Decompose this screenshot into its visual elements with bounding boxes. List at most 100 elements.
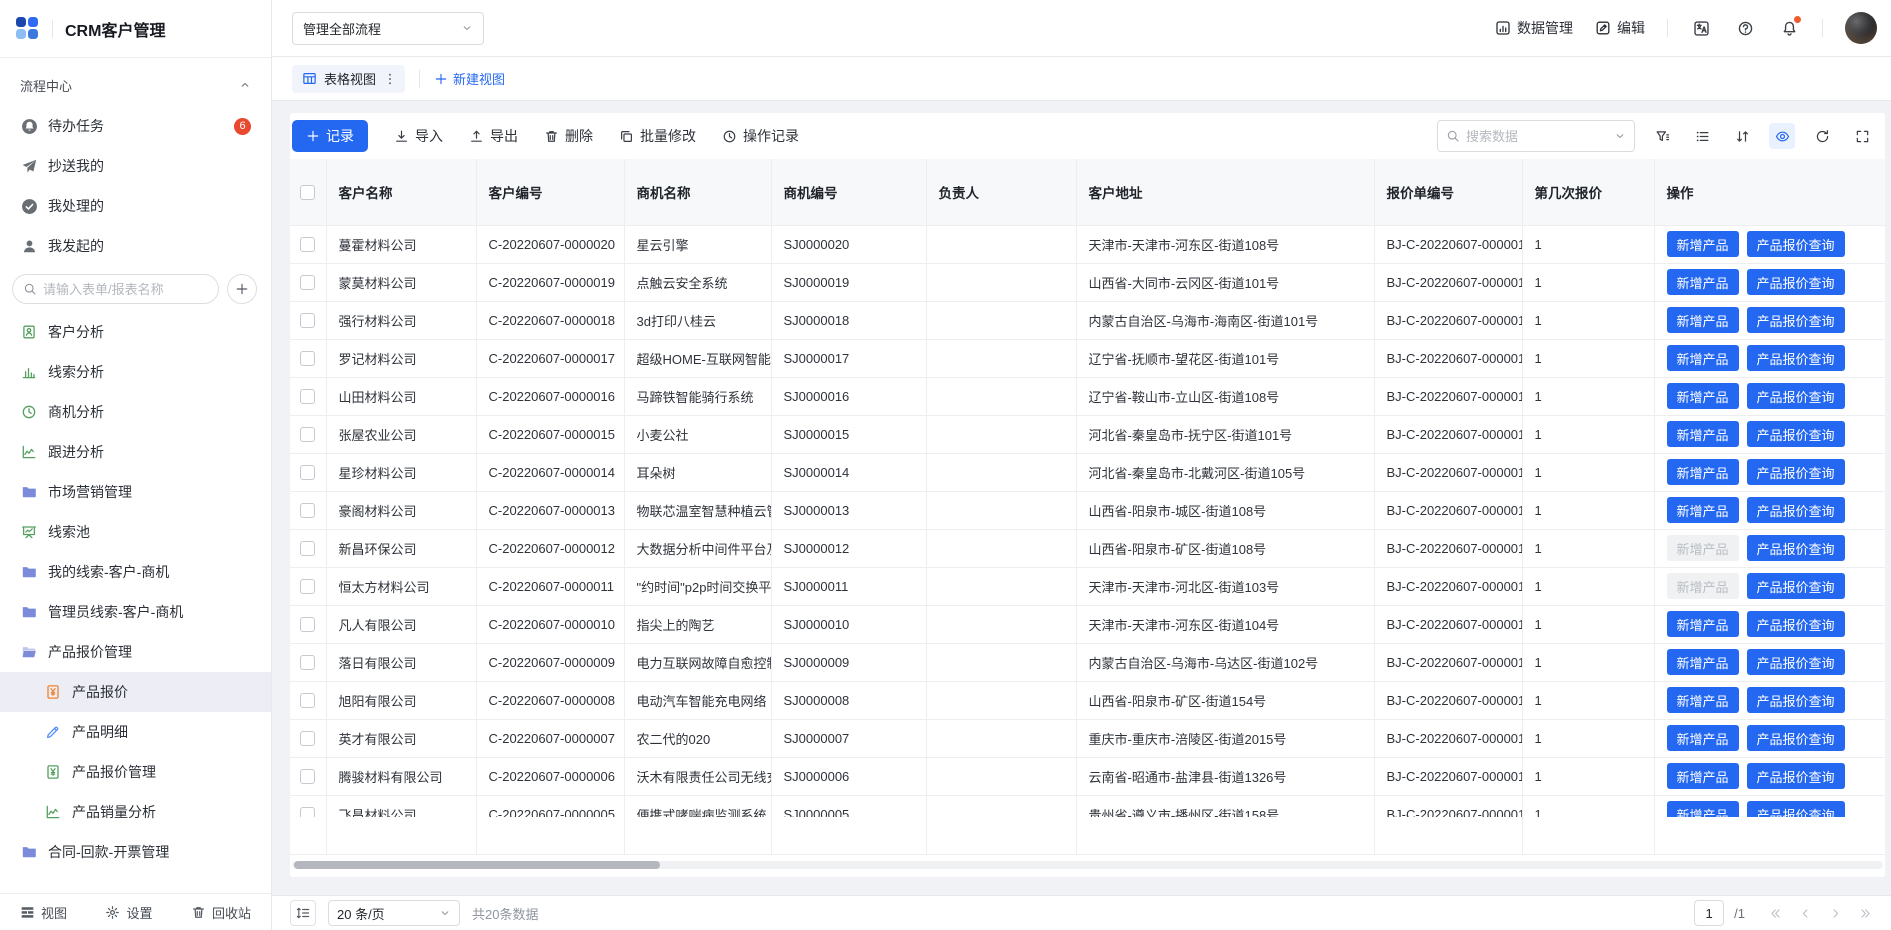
- user-avatar[interactable]: [1845, 12, 1877, 44]
- sidebar-item-我发起的[interactable]: 我发起的: [0, 226, 271, 266]
- product-quote-query-button[interactable]: 产品报价查询: [1747, 649, 1845, 675]
- language-button[interactable]: [1690, 17, 1712, 39]
- row-checkbox[interactable]: [300, 579, 315, 594]
- product-quote-query-button[interactable]: 产品报价查询: [1747, 535, 1845, 561]
- sidebar-item-管理员线索-客户-商机[interactable]: 管理员线索-客户-商机: [0, 592, 271, 632]
- first-page-button[interactable]: [1763, 901, 1787, 925]
- table-search-input[interactable]: [1466, 129, 1608, 144]
- sidebar-footer-视图[interactable]: 视图: [20, 903, 67, 922]
- sidebar-item-产品销量分析[interactable]: 产品销量分析: [0, 792, 271, 832]
- add-product-button[interactable]: 新增产品: [1667, 269, 1739, 295]
- select-all-checkbox[interactable]: [300, 185, 315, 200]
- list-display-button[interactable]: [1689, 123, 1715, 149]
- row-checkbox[interactable]: [300, 351, 315, 366]
- row-checkbox[interactable]: [300, 389, 315, 404]
- add-product-button[interactable]: 新增产品: [1667, 611, 1739, 637]
- add-product-button[interactable]: 新增产品: [1667, 763, 1739, 789]
- product-quote-query-button[interactable]: 产品报价查询: [1747, 459, 1845, 485]
- sidebar-item-抄送我的[interactable]: 抄送我的: [0, 146, 271, 186]
- sort-button[interactable]: [1729, 123, 1755, 149]
- operation-log-button[interactable]: 操作记录: [722, 126, 799, 146]
- row-checkbox[interactable]: [300, 275, 315, 290]
- chevron-up-icon[interactable]: [239, 79, 251, 91]
- row-checkbox[interactable]: [300, 465, 315, 480]
- import-button[interactable]: 导入: [394, 126, 443, 146]
- product-quote-query-button[interactable]: 产品报价查询: [1747, 345, 1845, 371]
- product-quote-query-button[interactable]: 产品报价查询: [1747, 231, 1845, 257]
- sidebar-footer-回收站[interactable]: 回收站: [191, 903, 251, 922]
- sidebar-item-产品报价管理[interactable]: 产品报价管理: [0, 752, 271, 792]
- product-quote-query-button[interactable]: 产品报价查询: [1747, 383, 1845, 409]
- scrollbar-thumb[interactable]: [294, 861, 660, 869]
- delete-button[interactable]: 删除: [544, 126, 593, 146]
- row-checkbox[interactable]: [300, 731, 315, 746]
- add-product-button[interactable]: 新增产品: [1667, 801, 1739, 817]
- product-quote-query-button[interactable]: 产品报价查询: [1747, 421, 1845, 447]
- row-checkbox[interactable]: [300, 427, 315, 442]
- add-product-button[interactable]: 新增产品: [1667, 725, 1739, 751]
- column-visibility-button[interactable]: [1769, 123, 1795, 149]
- chevron-down-icon[interactable]: [1614, 130, 1626, 142]
- last-page-button[interactable]: [1853, 901, 1877, 925]
- horizontal-scrollbar[interactable]: [292, 861, 1883, 869]
- add-form-button[interactable]: [227, 274, 257, 304]
- add-product-button[interactable]: 新增产品: [1667, 459, 1739, 485]
- row-checkbox[interactable]: [300, 313, 315, 328]
- product-quote-query-button[interactable]: 产品报价查询: [1747, 307, 1845, 333]
- sidebar-item-我处理的[interactable]: 我处理的: [0, 186, 271, 226]
- add-product-button[interactable]: 新增产品: [1667, 345, 1739, 371]
- add-product-button[interactable]: 新增产品: [1667, 687, 1739, 713]
- page-size-select[interactable]: 20 条/页: [328, 900, 460, 926]
- product-quote-query-button[interactable]: 产品报价查询: [1747, 269, 1845, 295]
- row-checkbox[interactable]: [300, 807, 315, 817]
- sidebar-footer-设置[interactable]: 设置: [105, 903, 152, 922]
- add-product-button[interactable]: 新增产品: [1667, 649, 1739, 675]
- fullscreen-button[interactable]: [1849, 123, 1875, 149]
- sidebar-item-产品报价管理[interactable]: 产品报价管理: [0, 632, 271, 672]
- next-page-button[interactable]: [1823, 901, 1847, 925]
- sidebar-search-input[interactable]: [43, 282, 208, 297]
- data-manage-button[interactable]: 数据管理: [1495, 18, 1573, 38]
- sidebar-item-客户分析[interactable]: 客户分析: [0, 312, 271, 352]
- refresh-button[interactable]: [1809, 123, 1835, 149]
- product-quote-query-button[interactable]: 产品报价查询: [1747, 801, 1845, 817]
- page-number-input[interactable]: [1694, 900, 1724, 926]
- sidebar-item-待办任务[interactable]: 待办任务6: [0, 106, 271, 146]
- add-product-button[interactable]: 新增产品: [1667, 383, 1739, 409]
- row-height-button[interactable]: [290, 900, 316, 926]
- sidebar-section-process-center[interactable]: 流程中心: [0, 64, 271, 106]
- sidebar-item-产品明细[interactable]: 产品明细: [0, 712, 271, 752]
- filter-button[interactable]: [1649, 123, 1675, 149]
- product-quote-query-button[interactable]: 产品报价查询: [1747, 573, 1845, 599]
- sidebar-item-市场营销管理[interactable]: 市场营销管理: [0, 472, 271, 512]
- add-product-button[interactable]: 新增产品: [1667, 231, 1739, 257]
- prev-page-button[interactable]: [1793, 901, 1817, 925]
- row-checkbox[interactable]: [300, 617, 315, 632]
- sidebar-item-跟进分析[interactable]: 跟进分析: [0, 432, 271, 472]
- sidebar-item-产品报价[interactable]: 产品报价: [0, 672, 271, 712]
- export-button[interactable]: 导出: [469, 126, 518, 146]
- batch-edit-button[interactable]: 批量修改: [619, 126, 696, 146]
- product-quote-query-button[interactable]: 产品报价查询: [1747, 687, 1845, 713]
- more-options-icon[interactable]: [383, 72, 397, 86]
- add-product-button[interactable]: 新增产品: [1667, 421, 1739, 447]
- product-quote-query-button[interactable]: 产品报价查询: [1747, 611, 1845, 637]
- row-checkbox[interactable]: [300, 693, 315, 708]
- sidebar-item-线索池[interactable]: 线索池: [0, 512, 271, 552]
- notifications-button[interactable]: [1778, 17, 1800, 39]
- sidebar-item-合同-回款-开票管理[interactable]: 合同-回款-开票管理: [0, 832, 271, 872]
- sidebar-item-商机分析[interactable]: 商机分析: [0, 392, 271, 432]
- new-record-button[interactable]: 记录: [292, 120, 368, 152]
- product-quote-query-button[interactable]: 产品报价查询: [1747, 497, 1845, 523]
- row-checkbox[interactable]: [300, 237, 315, 252]
- add-product-button[interactable]: 新增产品: [1667, 307, 1739, 333]
- flow-scope-select[interactable]: 管理全部流程: [292, 12, 484, 45]
- row-checkbox[interactable]: [300, 541, 315, 556]
- add-product-button[interactable]: 新增产品: [1667, 497, 1739, 523]
- row-checkbox[interactable]: [300, 769, 315, 784]
- product-quote-query-button[interactable]: 产品报价查询: [1747, 763, 1845, 789]
- edit-button[interactable]: 编辑: [1595, 18, 1645, 38]
- row-checkbox[interactable]: [300, 503, 315, 518]
- help-button[interactable]: [1734, 17, 1756, 39]
- row-checkbox[interactable]: [300, 655, 315, 670]
